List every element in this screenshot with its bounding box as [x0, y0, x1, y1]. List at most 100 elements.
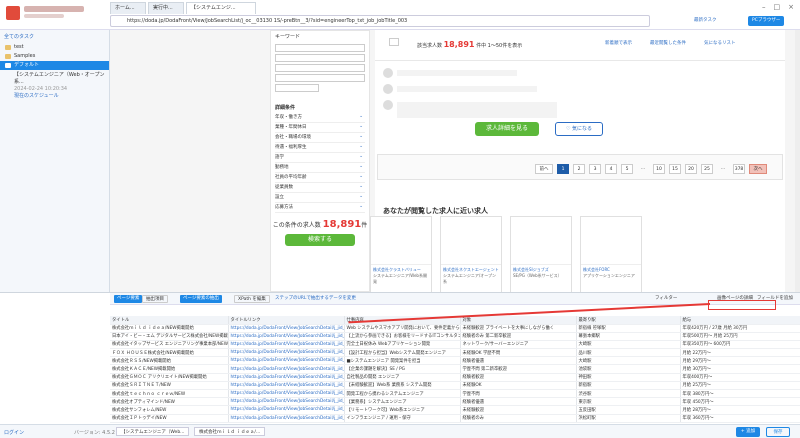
- filter-item[interactable]: 勤務地: [275, 162, 365, 173]
- job-snippet-line: [397, 86, 537, 92]
- filter-item[interactable]: 待遇・福利厚生: [275, 142, 365, 153]
- browser-tabs: ホーム... 実行中... 【システムエンジ...: [110, 2, 256, 14]
- job-image: [371, 217, 431, 265]
- filter-item[interactable]: 応募方法: [275, 202, 365, 213]
- table-row[interactable]: 株式会社ＲＳＳ/NEW掲載開始 https://doda.jp/DodaFront…: [110, 356, 800, 366]
- folder-default[interactable]: デフォルト: [0, 61, 109, 70]
- maximize-icon[interactable]: □: [774, 3, 781, 11]
- col-salary[interactable]: 給与: [680, 316, 800, 325]
- change-step-url-link[interactable]: ステップのURLで抽出するデータを変更: [272, 295, 359, 303]
- page-number[interactable]: 20: [685, 164, 697, 174]
- table-row[interactable]: 株式会社ＩＰトゥデイ/NEW https://doda.jp/DodaFront/…: [110, 414, 800, 423]
- divider: [375, 60, 785, 61]
- job-image: [581, 217, 641, 265]
- table-row[interactable]: 株式会社オプティマインド/NEW https://doda.jp/DodaFron…: [110, 397, 800, 407]
- table-row[interactable]: 株式会社ＳＲＩＴＮＥＴ/NEW https://doda.jp/DodaFront…: [110, 381, 800, 391]
- recent-job-card[interactable]: 株式会社クラストバリュー システムエンジニア/Web系開発: [370, 216, 432, 292]
- col-target[interactable]: 対象: [460, 316, 577, 325]
- folder-samples[interactable]: Samples: [0, 52, 109, 61]
- extract-fields-tab[interactable]: 抽出項目: [142, 295, 168, 303]
- search-button[interactable]: 検索する: [285, 234, 355, 246]
- page-prev[interactable]: 前へ: [535, 164, 553, 174]
- view-detail-button[interactable]: 求人詳細を見る: [475, 122, 539, 136]
- login-status[interactable]: ログイン: [4, 429, 24, 436]
- table-cell: 年収420万円 / 27歳 月給 30万円: [680, 324, 800, 333]
- salary-select[interactable]: [275, 74, 365, 82]
- latest-task-button[interactable]: 最新タスク: [690, 16, 721, 26]
- tab-home[interactable]: ホーム...: [110, 2, 146, 14]
- filter-item[interactable]: 設立: [275, 192, 365, 203]
- edit-xpath-button[interactable]: XPath を編集: [234, 295, 270, 303]
- tab-running[interactable]: 実行中...: [148, 2, 184, 14]
- all-tasks-header[interactable]: 全てのタスク: [0, 30, 109, 43]
- table-row[interactable]: 株式会社サンフォレム/NEW https://doda.jp/DodaFront/…: [110, 405, 800, 415]
- hit-count: 該当求人数 18,891 件中 1～50件を表示: [417, 40, 523, 49]
- table-row[interactable]: ＦＯＸ ＨＯＵＳＥ株式会社/NEW掲載開始 https://doda.jp/Dod…: [110, 348, 800, 358]
- table-cell: 渋谷駅: [576, 389, 681, 399]
- page-elements-tab[interactable]: ページ要素: [114, 295, 143, 303]
- filter-item[interactable]: 会社・職場の環境: [275, 132, 365, 143]
- page-scrollbar[interactable]: [795, 30, 800, 292]
- sort-recent[interactable]: 最近閲覧した条件: [650, 40, 686, 46]
- page-number[interactable]: 5: [621, 164, 633, 174]
- keyword-input[interactable]: [275, 44, 365, 52]
- table-cell: 未経験OK 学歴不問: [460, 348, 577, 358]
- page-number[interactable]: 25: [701, 164, 713, 174]
- recent-job-card[interactable]: 株式会社FORC アプリケーションエンジニア: [580, 216, 642, 292]
- table-cell: 学歴不問: [460, 389, 577, 399]
- page-number[interactable]: 15: [669, 164, 681, 174]
- page-number[interactable]: 2: [573, 164, 585, 174]
- filter-item[interactable]: 語学: [275, 152, 365, 163]
- table-cell: https://doda.jp/DodaFront/View/JobSearch…: [228, 340, 345, 350]
- task-item[interactable]: 【システムエンジニア（Web・オープン系... 2024-02-24 10:20…: [0, 70, 109, 102]
- table-cell: https://doda.jp/DodaFront/View/JobSearch…: [228, 332, 345, 341]
- add-button[interactable]: + 追加: [736, 427, 760, 437]
- bottom-tab-detail[interactable]: 株式会社ｍｉｌｄ ｉｄｅａ/...: [194, 427, 266, 436]
- folder-test[interactable]: test: [0, 43, 109, 52]
- close-icon[interactable]: ×: [788, 3, 794, 11]
- age-input[interactable]: [275, 84, 319, 92]
- sort-links: 新着順で表示 最近閲覧した条件 気になるリスト: [605, 40, 736, 46]
- table-cell: https://doda.jp/DodaFront/View/JobSearch…: [228, 414, 345, 423]
- table-cell: 未経験OK: [460, 381, 577, 391]
- page-next[interactable]: 次へ: [749, 164, 767, 174]
- favorite-button[interactable]: ♡ 気になる: [555, 122, 603, 136]
- filter-item[interactable]: 社員の平均年齢: [275, 172, 365, 183]
- table-row[interactable]: 株式会社イタップサービス エンジニアリング事業本部/NEW掲載開始https:/…: [110, 340, 800, 350]
- table-cell: 株式会社ＫＡＣＥ/NEW掲載開始: [110, 364, 229, 374]
- table-row[interactable]: 株式会社ＫＡＣＥ/NEW掲載開始 https://doda.jp/DodaFron…: [110, 364, 800, 374]
- exclude-input[interactable]: [275, 64, 365, 72]
- page-number[interactable]: 4: [605, 164, 617, 174]
- recent-job-card[interactable]: 株式会社SIジョブズ SE/PG（Web系サービス）: [510, 216, 572, 292]
- table-row[interactable]: 株式会社ｍｉｌｄ ｉｄｅａ/NEW掲載開始 https://doda.jp/Dod…: [110, 324, 800, 333]
- favorites-link[interactable]: 気になるリスト: [704, 40, 736, 46]
- table-cell: 幕張本郷駅: [576, 332, 681, 341]
- table-row[interactable]: 日本アイ・ビー・エム デジタルサービス株式会社/NEW掲載開始 https://d…: [110, 332, 800, 341]
- table-row[interactable]: 株式会社ＧＭＯＣ アリクリエイト/NEW掲載開始 https://doda.jp/…: [110, 373, 800, 382]
- page-number[interactable]: 378: [733, 164, 745, 174]
- minimize-icon[interactable]: –: [762, 3, 766, 11]
- col-title[interactable]: タイトル: [110, 316, 229, 325]
- col-station[interactable]: 最寄り駅: [576, 316, 681, 325]
- col-title-link[interactable]: タイトルリンク: [228, 316, 345, 325]
- tab-current-page[interactable]: 【システムエンジ...: [186, 2, 256, 14]
- filter-item[interactable]: 業種・年間休日: [275, 122, 365, 133]
- table-row[interactable]: 株式会社ｔｅｃｈｎｏ ｃｒｅｗ/NEW https://doda.jp/DodaF…: [110, 389, 800, 399]
- table-cell: インフラエンジニア / 運用・保守: [344, 414, 461, 423]
- sort-new[interactable]: 新着順で表示: [605, 40, 632, 46]
- extract-page-element-button[interactable]: ページ要素の抽出: [180, 295, 222, 303]
- filter-item[interactable]: 年収・働き方: [275, 112, 365, 123]
- save-button[interactable]: 保存: [766, 427, 790, 437]
- filter-item[interactable]: 従業員数: [275, 182, 365, 193]
- keyword-input-2[interactable]: [275, 54, 365, 62]
- page-number[interactable]: 1: [557, 164, 569, 174]
- recent-job-card[interactable]: 株式会社ネクストエージェント システムエンジニア/オープン系: [440, 216, 502, 292]
- table-cell: 東京駅: [576, 397, 681, 407]
- pc-browser-button[interactable]: PCブラウザー: [748, 16, 785, 26]
- page-number[interactable]: 3: [589, 164, 601, 174]
- filter-button[interactable]: フィルター: [652, 295, 680, 303]
- bottom-tab-current[interactable]: 【システムエンジニア（Web...: [116, 427, 190, 436]
- page-number[interactable]: 10: [653, 164, 665, 174]
- url-bar[interactable]: https://doda.jp/DodaFront/View/JobSearch…: [110, 15, 650, 27]
- table-cell: 月給 25万円～: [680, 381, 800, 391]
